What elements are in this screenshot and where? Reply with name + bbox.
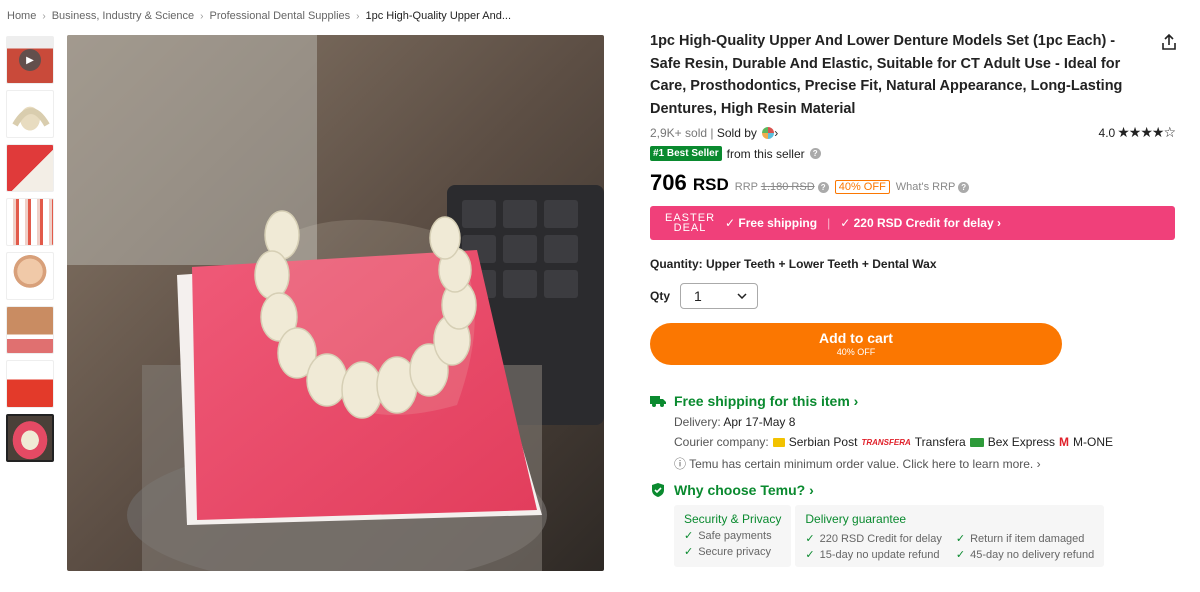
thumbnail-image[interactable] (6, 90, 54, 138)
discount-badge: 40% OFF (834, 180, 890, 194)
chevron-right-icon: › (42, 10, 46, 22)
why-choose-temu-link[interactable]: Why choose Temu? › (650, 482, 1175, 498)
seller-logo-icon[interactable] (762, 126, 775, 139)
delivery-guarantee-title: Delivery guarantee (805, 512, 907, 526)
breadcrumb-current: 1pc High-Quality Upper And... (365, 10, 512, 22)
breadcrumb-category[interactable]: Business, Industry & Science (52, 10, 194, 22)
price-amount: 706 (650, 170, 687, 195)
star-rating-icon: ★★★★☆ (1117, 124, 1176, 140)
chevron-down-icon (737, 293, 747, 299)
delivery-label: Delivery: (674, 415, 721, 429)
thumbnail-image[interactable] (6, 252, 54, 300)
price-row: 706 RSD RRP 1.180 RSD ? 40% OFF What's R… (650, 170, 1175, 196)
guarantee-item: 220 RSD Credit for delay (805, 532, 942, 545)
qty-row: Qty 1 (650, 283, 1175, 309)
whats-rrp-link[interactable]: What's RRP ? (895, 181, 970, 193)
easter-deal-line2: DEAL (673, 222, 707, 234)
price: 706 RSD (650, 170, 729, 196)
why-choose-title: Why choose Temu? › (674, 482, 814, 498)
m-one-logo-icon: M (1059, 435, 1070, 449)
help-icon[interactable]: ? (809, 148, 821, 159)
qty-select[interactable]: 1 (680, 283, 759, 309)
qty-value: 1 (694, 288, 702, 304)
serbian-post-icon (772, 437, 785, 447)
product-photo (67, 35, 604, 571)
thumbnail-image[interactable] (6, 360, 54, 408)
breadcrumb-home[interactable]: Home (7, 10, 36, 22)
product-title: 1pc High-Quality Upper And Lower Denture… (650, 33, 1123, 117)
security-item: Secure privacy (684, 545, 781, 558)
breadcrumb-subcategory[interactable]: Professional Dental Supplies (210, 10, 351, 22)
security-item: Safe payments (684, 529, 781, 542)
whats-rrp-label: What's RRP (895, 181, 956, 193)
thumbnail-image[interactable] (6, 306, 54, 354)
rrp-label: RRP (734, 181, 758, 193)
credit-for-delay-tag: ✓ 220 RSD Credit for delay › (840, 216, 1001, 230)
delivery-info: Delivery: Apr 17-May 8 (674, 415, 1175, 429)
transfera-logo: TRANSFERA (861, 437, 911, 447)
guarantee-item: 15-day no update refund (805, 548, 942, 561)
play-icon: ▶ (19, 49, 41, 71)
thumbnail-image-selected[interactable] (6, 414, 54, 462)
divider: | (827, 216, 831, 230)
courier-label: Courier company: (674, 435, 769, 449)
rating-value: 4.0 (1098, 125, 1116, 140)
help-icon[interactable]: ? (817, 182, 829, 193)
quantity-option-label: Quantity: Upper Teeth + Lower Teeth + De… (650, 257, 937, 271)
breadcrumb: Home › Business, Industry & Science › Pr… (7, 10, 511, 22)
best-seller-badge: #1 Best Seller (650, 146, 722, 161)
sales-meta: 2,9K+ sold | Sold by › 4.0 ★★★★☆ (650, 124, 1176, 141)
thumbnail-video[interactable]: ▶ (6, 36, 54, 84)
security-privacy-box[interactable]: Security & Privacy Safe payments Secure … (674, 505, 792, 567)
chevron-right-icon: › (200, 10, 204, 22)
delivery-guarantee-box[interactable]: Delivery guarantee 220 RSD Credit for de… (795, 505, 1105, 567)
denture-icon (12, 108, 50, 127)
rrp-value: 1.180 RSD (760, 181, 815, 193)
help-icon: ? (958, 182, 970, 193)
share-icon[interactable] (1159, 32, 1179, 52)
easter-deal-banner[interactable]: EASTER DEAL ✓ Free shipping | ✓ 220 RSD C… (650, 206, 1175, 240)
price-currency: RSD (692, 175, 729, 194)
best-seller-text: from this seller (726, 146, 805, 161)
product-main-image[interactable] (67, 35, 604, 571)
rrp: RRP 1.180 RSD ? (735, 181, 829, 193)
chevron-right-icon: › (356, 10, 360, 22)
chevron-right-icon[interactable]: › (774, 126, 778, 140)
add-to-cart-button[interactable]: Add to cart 40% OFF (650, 323, 1062, 365)
sold-by-label: Sold by (716, 125, 757, 140)
courier-transfera: Transfera (914, 435, 966, 449)
truck-icon (650, 396, 666, 407)
guarantee-item: Return if item damaged (956, 532, 1094, 545)
free-shipping-tag: ✓ Free shipping (725, 216, 818, 230)
rating[interactable]: 4.0 ★★★★☆ (1098, 124, 1176, 141)
easter-deal-label: EASTER DEAL (665, 213, 715, 234)
sold-count: 2,9K+ sold (650, 125, 708, 140)
shield-check-icon (652, 483, 664, 497)
add-to-cart-label: Add to cart (819, 330, 893, 346)
min-order-notice[interactable]: ⓘ Temu has certain minimum order value. … (674, 455, 1175, 472)
add-to-cart-sub: 40% OFF (836, 347, 876, 357)
courier-bex: Bex Express (987, 435, 1056, 449)
best-seller-row: #1 Best Seller from this seller ? (650, 146, 1175, 161)
qty-label: Qty (650, 289, 671, 303)
thumbnail-list: ▶ (6, 36, 58, 468)
free-shipping-link[interactable]: Free shipping for this item › (650, 393, 1175, 409)
thumbnail-image[interactable] (6, 144, 54, 192)
thumbnail-image[interactable] (6, 198, 54, 246)
delivery-value: Apr 17-May 8 (723, 415, 796, 429)
guarantee-item: 45-day no delivery refund (956, 548, 1094, 561)
product-info-panel: 1pc High-Quality Upper And Lower Denture… (650, 30, 1176, 567)
free-shipping-title: Free shipping for this item › (674, 393, 859, 409)
bex-logo-icon (969, 437, 984, 447)
courier-m-one: M-ONE (1073, 435, 1114, 449)
guarantee-boxes: Security & Privacy Safe payments Secure … (674, 505, 1175, 567)
courier-serbian-post: Serbian Post (788, 435, 858, 449)
courier-info: Courier company: Serbian Post TRANSFERA … (674, 435, 1175, 449)
security-title: Security & Privacy (684, 512, 782, 526)
